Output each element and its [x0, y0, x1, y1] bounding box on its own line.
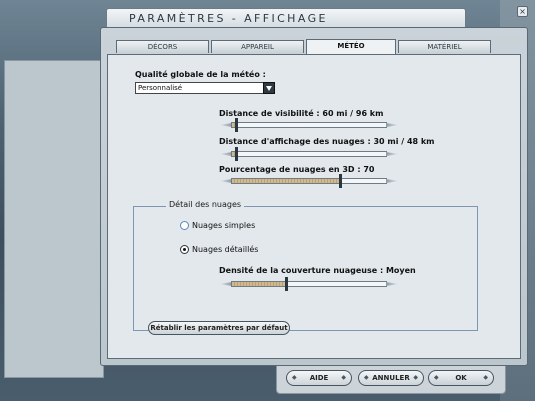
background-panel — [4, 60, 104, 378]
slider-right-cap — [386, 282, 399, 286]
tab-appareil[interactable]: APPAREIL — [211, 40, 304, 53]
cloud-distance-slider[interactable] — [219, 147, 399, 161]
slider-track[interactable] — [231, 151, 387, 157]
dropdown-arrow-icon[interactable] — [263, 82, 275, 94]
visibility-label: Distance de visibilité : 60 mi / 96 km — [219, 109, 384, 118]
slider-thumb[interactable] — [339, 174, 343, 188]
slider-thumb[interactable] — [284, 277, 288, 291]
cancel-button[interactable]: ANNULER — [358, 370, 424, 386]
slider-right-cap — [386, 123, 399, 127]
slider-fill — [232, 282, 286, 286]
slider-right-cap — [386, 152, 399, 156]
cloud-3d-label: Pourcentage de nuages en 3D : 70 — [219, 165, 375, 174]
help-button[interactable]: AIDE — [286, 370, 352, 386]
simple-clouds-label[interactable]: Nuages simples — [192, 221, 255, 230]
tab-meteo[interactable]: MÉTÉO — [306, 39, 396, 54]
ok-button[interactable]: OK — [428, 370, 494, 386]
cloud-detail-title: Détail des nuages — [166, 200, 245, 209]
tab-content-meteo: Qualité globale de la météo : Personnali… — [107, 54, 521, 359]
radio-simple-clouds[interactable] — [180, 221, 189, 230]
slider-fill — [232, 179, 340, 183]
detailed-clouds-label[interactable]: Nuages détaillés — [192, 245, 258, 254]
slider-track[interactable] — [231, 281, 387, 287]
weather-quality-label: Qualité globale de la météo : — [135, 70, 266, 79]
slider-right-cap — [386, 179, 399, 183]
slider-track[interactable] — [231, 178, 387, 184]
settings-dialog: DÉCORS APPAREIL MÉTÉO MATÉRIEL Qualité g… — [100, 27, 528, 366]
weather-quality-value: Personnalisé — [138, 84, 183, 92]
cloud-density-slider[interactable] — [219, 277, 399, 291]
weather-quality-select[interactable]: Personnalisé — [135, 82, 275, 94]
cloud-distance-label: Distance d'affichage des nuages : 30 mi … — [219, 137, 435, 146]
radio-detailed-clouds[interactable] — [180, 245, 189, 254]
window-title: PARAMÈTRES - AFFICHAGE — [129, 12, 328, 25]
cloud-density-label: Densité de la couverture nuageuse : Moye… — [219, 266, 416, 275]
title-bar: PARAMÈTRES - AFFICHAGE — [106, 8, 466, 28]
cloud-3d-slider[interactable] — [219, 174, 399, 188]
tab-materiel[interactable]: MATÉRIEL — [398, 40, 491, 53]
slider-track[interactable] — [231, 122, 387, 128]
reset-defaults-button[interactable]: Rétablir les paramètres par défaut — [148, 321, 290, 335]
close-button[interactable]: × — [517, 6, 528, 17]
visibility-slider[interactable] — [219, 118, 399, 132]
tab-decors[interactable]: DÉCORS — [116, 40, 209, 53]
slider-thumb[interactable] — [234, 118, 238, 132]
slider-thumb[interactable] — [234, 147, 238, 161]
